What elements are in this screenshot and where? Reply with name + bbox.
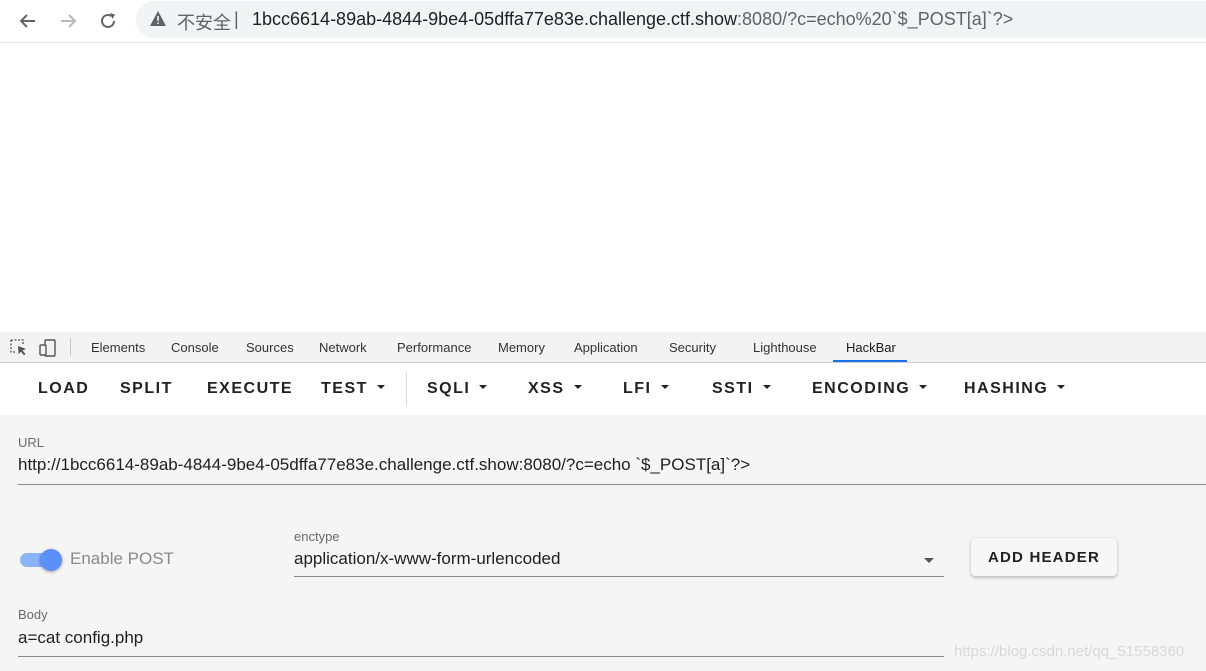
forward-button[interactable]: [53, 6, 83, 36]
lfi-menu-button[interactable]: LFI: [623, 380, 669, 398]
execute-button-label: EXECUTE: [207, 380, 294, 397]
reload-button[interactable]: [93, 6, 123, 36]
enable-post-toggle[interactable]: [40, 549, 62, 571]
enctype-underline: [294, 576, 944, 577]
sqli-menu-button[interactable]: SQLI: [427, 380, 488, 398]
url-input-underline: [18, 484, 1206, 485]
hackbar-toolbar: LOAD SPLIT EXECUTE TEST SQLI XSS LFI SST…: [0, 363, 1206, 415]
url-input[interactable]: http://1bcc6614-89ab-4844-9be4-05dffa77e…: [18, 455, 750, 475]
tab-network[interactable]: Network: [319, 340, 367, 355]
add-header-button[interactable]: ADD HEADER: [971, 538, 1117, 576]
hashing-button-label: HASHING: [964, 380, 1049, 397]
insecure-label: 不安全: [177, 13, 231, 34]
tab-lighthouse[interactable]: Lighthouse: [753, 340, 817, 355]
back-button[interactable]: [13, 6, 43, 36]
body-label: Body: [18, 607, 48, 622]
warning-icon: [150, 11, 166, 26]
address-bar[interactable]: 不安全 | 1bcc6614-89ab-4844-9be4-05dffa77e8…: [136, 1, 1206, 38]
tab-hackbar[interactable]: HackBar: [846, 340, 896, 355]
lfi-button-label: LFI: [623, 380, 652, 397]
encoding-menu-button[interactable]: ENCODING: [812, 380, 928, 398]
tab-console[interactable]: Console: [171, 340, 219, 355]
split-button[interactable]: SPLIT: [120, 380, 173, 398]
xss-menu-button[interactable]: XSS: [528, 380, 582, 398]
enable-post-label: Enable POST: [70, 549, 174, 568]
toolbar-divider: [406, 373, 407, 407]
forward-arrow-icon: [61, 14, 77, 28]
browser-toolbar: 不安全 | 1bcc6614-89ab-4844-9be4-05dffa77e8…: [0, 0, 1206, 43]
split-button-label: SPLIT: [120, 380, 173, 397]
test-menu-button[interactable]: TEST: [321, 380, 385, 398]
watermark: https://blog.csdn.net/qq_51558360: [954, 643, 1185, 660]
tab-application[interactable]: Application: [574, 340, 638, 355]
encoding-button-label: ENCODING: [812, 380, 911, 397]
dropdown-caret-icon: [1057, 384, 1066, 389]
body-input-underline: [18, 656, 944, 657]
chevron-down-icon[interactable]: [924, 558, 934, 563]
dropdown-caret-icon: [376, 384, 385, 389]
dropdown-caret-icon: [660, 384, 669, 389]
enctype-label: enctype: [294, 529, 340, 544]
url-label: URL: [18, 435, 45, 450]
address-url: 1bcc6614-89ab-4844-9be4-05dffa77e83e.cha…: [252, 9, 1013, 30]
tabbar-divider: [70, 338, 71, 356]
body-input[interactable]: a=cat config.php: [18, 628, 143, 648]
dropdown-caret-icon: [919, 384, 928, 389]
load-button-label: LOAD: [38, 380, 90, 397]
devtools-tabbar: Elements Console Sources Network Perform…: [0, 332, 1206, 363]
tab-memory[interactable]: Memory: [498, 340, 545, 355]
ssti-menu-button[interactable]: SSTI: [712, 380, 771, 398]
dropdown-caret-icon: [762, 384, 771, 389]
url-host: 1bcc6614-89ab-4844-9be4-05dffa77e83e.cha…: [252, 9, 738, 29]
url-path: :8080/?c=echo%20`$_POST[a]`?>: [737, 9, 1014, 29]
test-button-label: TEST: [321, 380, 368, 397]
tab-performance[interactable]: Performance: [397, 340, 471, 355]
sqli-button-label: SQLI: [427, 380, 471, 397]
enctype-select[interactable]: application/x-www-form-urlencoded: [294, 549, 560, 569]
xss-button-label: XSS: [528, 380, 565, 397]
execute-button[interactable]: EXECUTE: [207, 380, 293, 398]
add-header-label: ADD HEADER: [987, 548, 1100, 566]
tab-sources[interactable]: Sources: [246, 340, 294, 355]
tab-security[interactable]: Security: [669, 340, 716, 355]
address-separator: |: [234, 9, 239, 29]
ssti-button-label: SSTI: [712, 380, 754, 397]
hashing-menu-button[interactable]: HASHING: [964, 380, 1066, 398]
back-arrow-icon: [19, 14, 35, 28]
inspect-element-icon[interactable]: [10, 339, 28, 360]
dropdown-caret-icon: [573, 384, 582, 389]
dropdown-caret-icon: [479, 384, 488, 389]
hackbar-panel: URL http://1bcc6614-89ab-4844-9be4-05dff…: [0, 415, 1206, 671]
device-toolbar-icon[interactable]: [39, 339, 57, 360]
active-tab-indicator: [833, 360, 907, 362]
load-button[interactable]: LOAD: [38, 380, 89, 398]
reload-icon: [101, 13, 115, 28]
tab-elements[interactable]: Elements: [91, 340, 145, 355]
